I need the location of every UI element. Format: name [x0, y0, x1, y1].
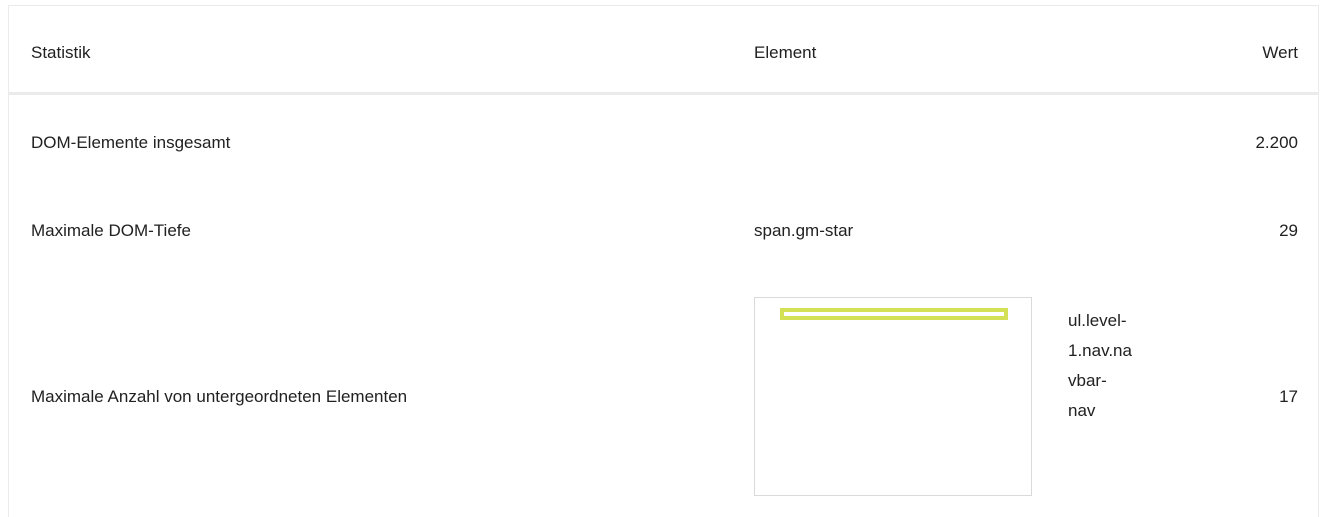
- row-1-wert: 2.200: [1255, 133, 1298, 152]
- row-3-statistik: Maximale Anzahl von untergeordneten Elem…: [31, 387, 408, 406]
- row-2-wert: 29: [1279, 221, 1298, 240]
- dom-stats-table: Statistik Element Wert DOM-Elemente insg…: [8, 5, 1319, 517]
- element-highlight-rect: [780, 308, 1008, 320]
- header-statistik: Statistik: [31, 43, 91, 62]
- row-1-statistik: DOM-Elemente insgesamt: [31, 133, 231, 152]
- row-2-element[interactable]: span.gm-star: [754, 221, 853, 241]
- element-screenshot-thumbnail[interactable]: [754, 297, 1032, 496]
- row-2-statistik: Maximale DOM-Tiefe: [31, 221, 191, 240]
- header-wert: Wert: [1262, 43, 1298, 62]
- header-element: Element: [754, 43, 817, 62]
- row-3-wert: 17: [1279, 387, 1298, 406]
- row-3-element[interactable]: ul.level- 1.nav.na vbar- nav: [1068, 306, 1178, 426]
- table-header: Statistik Element Wert: [9, 6, 1318, 95]
